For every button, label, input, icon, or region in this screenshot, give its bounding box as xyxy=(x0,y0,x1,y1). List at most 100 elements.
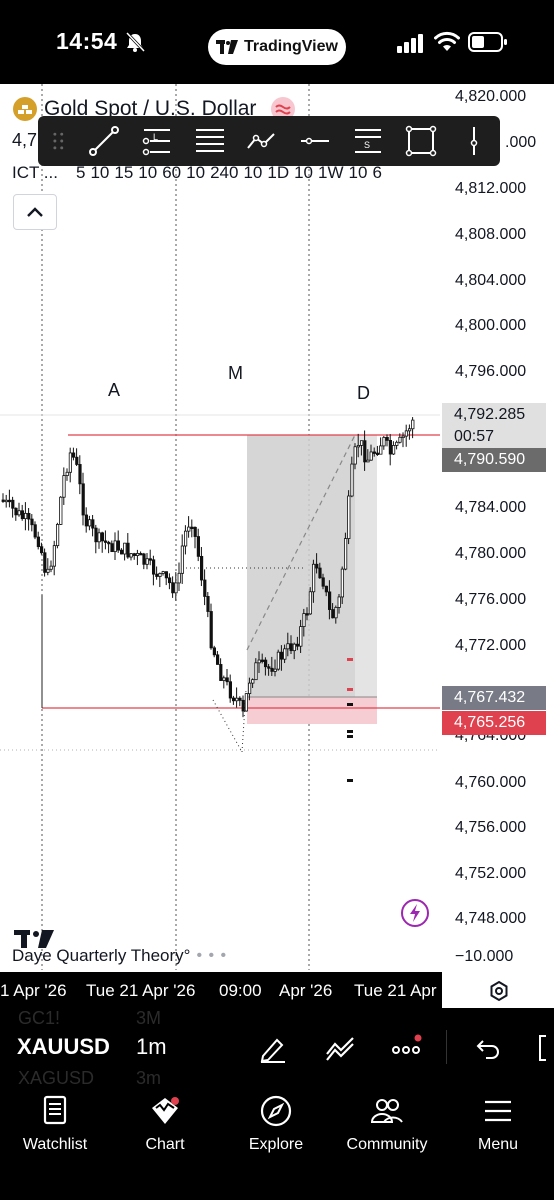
interval-option[interactable]: 10 xyxy=(294,163,313,183)
ict-label[interactable]: ICT ... xyxy=(12,163,58,183)
undo-icon[interactable] xyxy=(470,1032,502,1064)
fullscreen-icon[interactable] xyxy=(534,1032,554,1064)
short-position-tool[interactable]: S xyxy=(342,118,395,164)
nav-label: Explore xyxy=(248,1136,304,1153)
candle-body xyxy=(135,553,140,556)
indicator-legend-row[interactable]: ICT ... 5 10 15 10 60 10 240 10 1D 10 1W 10 6 xyxy=(12,163,382,183)
candle-body xyxy=(27,512,31,520)
label-a: A xyxy=(108,380,121,400)
vertical-line-tool[interactable] xyxy=(447,118,500,164)
candle-body xyxy=(94,527,98,543)
interval-option[interactable]: 5 xyxy=(76,163,85,183)
candle-body xyxy=(155,573,159,577)
horizontal-lines-tool[interactable] xyxy=(183,118,236,164)
candle-body xyxy=(167,577,172,584)
nav-community[interactable]: Community xyxy=(332,1094,442,1154)
candle-body xyxy=(46,568,50,573)
interval-option[interactable]: 1W xyxy=(318,163,344,183)
price-axis-label: .000 xyxy=(505,134,537,151)
long-position-tool[interactable]: L xyxy=(130,118,183,164)
indicator-legend[interactable]: Daye Quarterly Theory° • • • xyxy=(12,946,227,966)
price-axis-label: 4,804.000 xyxy=(455,272,527,289)
price-axis-label: 4,796.000 xyxy=(455,363,527,380)
candle-body xyxy=(84,514,88,527)
app-pill[interactable]: TradingView xyxy=(208,29,346,65)
vertical-line-icon xyxy=(470,127,477,155)
candle-body xyxy=(340,568,345,598)
price-axis-label: 4,820.000 xyxy=(455,88,527,105)
candle-body xyxy=(295,643,300,647)
price-axis-label: 4,772.000 xyxy=(455,637,527,654)
date-axis[interactable]: 1 Apr '26 Tue 21 Apr '26 09:00 Apr '26 T… xyxy=(0,972,442,1008)
app-pill-label: TradingView xyxy=(244,38,338,55)
interval-option[interactable]: 10 xyxy=(243,163,262,183)
candle-body xyxy=(324,585,329,593)
candle-body xyxy=(190,526,194,529)
indicator-name[interactable]: Daye Quarterly Theory° xyxy=(12,946,190,966)
path-tool[interactable] xyxy=(236,118,289,164)
rectangle-tool[interactable] xyxy=(394,118,447,164)
candle-body xyxy=(209,611,213,649)
menu-icon xyxy=(485,1100,511,1122)
candle-body xyxy=(4,499,8,503)
chart-canvas[interactable]: A M D xyxy=(0,84,554,970)
nav-explore[interactable]: Explore xyxy=(221,1094,331,1154)
candle-body xyxy=(72,452,76,458)
trend-line-tool[interactable] xyxy=(78,118,131,164)
symbol-selector[interactable]: XAUUSD xyxy=(17,1034,110,1060)
interval-option[interactable]: 10 xyxy=(349,163,368,183)
candle-body xyxy=(23,512,28,520)
drag-grip-icon[interactable] xyxy=(50,129,68,153)
candle-body xyxy=(180,545,184,574)
candle-body xyxy=(199,555,204,581)
price-axis-label: 4,780.000 xyxy=(455,545,527,562)
more-options-icon[interactable] xyxy=(391,1032,423,1064)
pen-drawing-icon[interactable] xyxy=(257,1032,289,1064)
interval-option[interactable]: 60 xyxy=(162,163,181,183)
order-marker xyxy=(347,703,353,706)
interval-option[interactable]: 1D xyxy=(267,163,289,183)
chart-plot[interactable] xyxy=(0,84,554,970)
candle-body xyxy=(375,452,380,455)
position-stop-zone[interactable] xyxy=(247,697,377,724)
nav-menu[interactable]: Menu xyxy=(443,1094,553,1154)
candle-body xyxy=(52,545,57,567)
drawing-toolbar[interactable]: L S xyxy=(38,116,500,166)
chart-settings-icon[interactable] xyxy=(488,980,510,1002)
nav-watchlist[interactable]: Watchlist xyxy=(0,1094,110,1154)
interval-option[interactable]: 10 xyxy=(138,163,157,183)
candle-body xyxy=(14,507,18,516)
candle-body xyxy=(222,677,226,681)
indicators-icon[interactable] xyxy=(324,1032,356,1064)
interval-option[interactable]: 10 xyxy=(186,163,205,183)
collapse-legend-button[interactable] xyxy=(13,194,57,230)
candle-body xyxy=(231,697,236,702)
candle-body xyxy=(7,499,12,503)
community-icon xyxy=(370,1099,403,1123)
nav-label: Community xyxy=(346,1136,428,1153)
interval-option[interactable]: 240 xyxy=(210,163,238,183)
interval-option[interactable]: 10 xyxy=(90,163,109,183)
candle-body xyxy=(257,659,261,664)
label-m: M xyxy=(228,363,243,383)
candle-body xyxy=(151,559,156,575)
nav-chart[interactable]: Chart xyxy=(110,1094,220,1154)
interval-selector[interactable]: 1m xyxy=(136,1034,167,1060)
bottom-toolbar: GC1! 3M XAGUSD 3m XAUUSD 1m xyxy=(0,1008,554,1086)
horizontal-line-tool[interactable] xyxy=(289,118,342,164)
candle-body xyxy=(139,553,143,556)
price-tag-dark: 4,790.590 xyxy=(442,448,546,472)
interval-option[interactable]: 15 xyxy=(114,163,133,183)
interval-option[interactable]: 6 xyxy=(372,163,381,183)
position-profit-zone-extension[interactable] xyxy=(355,435,377,697)
bolt-icon[interactable] xyxy=(400,898,430,928)
price-axis-label: 4,752.000 xyxy=(455,865,527,882)
candle-body xyxy=(395,441,399,446)
path-icon xyxy=(247,133,276,149)
candle-body xyxy=(120,549,124,555)
candle-body xyxy=(385,437,389,441)
position-profit-zone[interactable] xyxy=(247,435,355,697)
indicator-more-dots[interactable]: • • • xyxy=(196,947,227,965)
candle-body xyxy=(366,459,370,463)
candle-body xyxy=(1,499,5,502)
